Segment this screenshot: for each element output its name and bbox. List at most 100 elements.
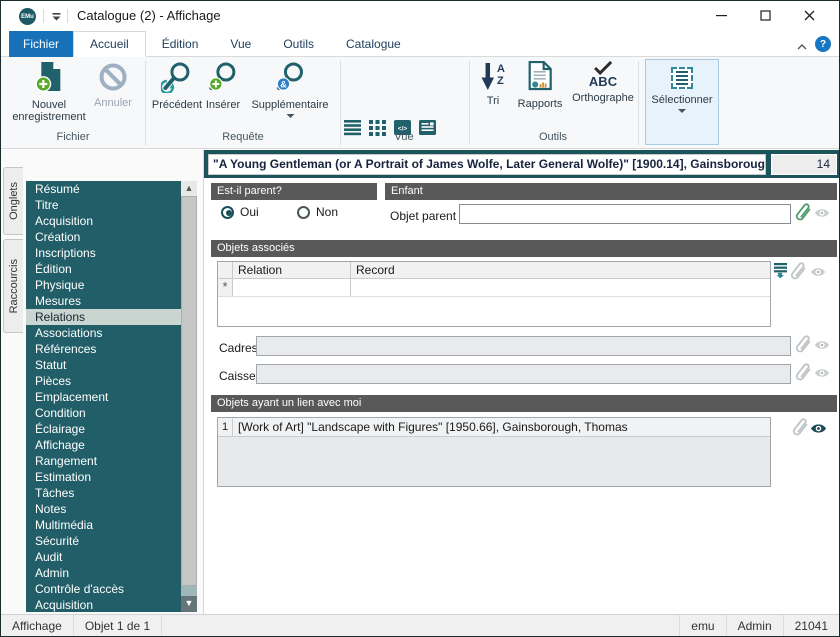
sidebar-item[interactable]: Résumé bbox=[26, 181, 181, 197]
sidebar-item[interactable]: Pièces bbox=[26, 373, 181, 389]
sidebar-item[interactable]: Édition bbox=[26, 261, 181, 277]
list-view-icon[interactable] bbox=[344, 119, 361, 139]
sidebar-item[interactable]: Admin bbox=[26, 565, 181, 581]
sidebar-tab-raccourcis[interactable]: Raccourcis bbox=[3, 239, 23, 333]
sort-button[interactable]: A Z Tri bbox=[481, 61, 505, 107]
sidebar-item[interactable]: Notes bbox=[26, 501, 181, 517]
cell-record[interactable] bbox=[351, 279, 770, 296]
linked-row-text[interactable]: [Work of Art] "Landscape with Figures" [… bbox=[233, 418, 770, 436]
sidebar-item-label: Références bbox=[35, 342, 96, 356]
reports-button[interactable]: Rapports bbox=[518, 61, 563, 110]
sidebar-item[interactable]: Relations bbox=[26, 309, 181, 325]
help-button[interactable]: ? bbox=[815, 36, 831, 52]
radio-oui-circle[interactable] bbox=[221, 206, 234, 219]
sidebar-tab-onglets[interactable]: Onglets bbox=[3, 167, 23, 235]
cell-relation[interactable] bbox=[233, 279, 351, 296]
cancel-button[interactable]: Annuler bbox=[94, 61, 132, 109]
statusbar-right: emuAdmin21041 bbox=[679, 615, 839, 637]
collapse-ribbon-icon[interactable] bbox=[797, 39, 807, 53]
linked-objects-list[interactable]: 1 [Work of Art] "Landscape with Figures"… bbox=[217, 417, 771, 487]
sidebar-item[interactable]: Acquisition bbox=[26, 597, 181, 612]
column-header-relation[interactable]: Relation bbox=[233, 262, 351, 278]
statusbar-left: AffichageObjet 1 de 1 bbox=[1, 615, 162, 637]
sidebar-item[interactable]: Titre bbox=[26, 197, 181, 213]
spelling-button[interactable]: ABC Orthographe bbox=[572, 61, 634, 104]
associated-objects-table[interactable]: Relation Record * bbox=[217, 261, 771, 327]
ampersand-glyph: & bbox=[280, 79, 287, 89]
cancel-label: Annuler bbox=[94, 97, 132, 109]
menu-tab-label: Accueil bbox=[90, 37, 129, 51]
additional-query-button[interactable]: & Supplémentaire bbox=[251, 61, 328, 118]
menu-tab[interactable]: Vue bbox=[214, 31, 267, 57]
section-header-enfant: Enfant bbox=[385, 183, 837, 200]
new-record-button[interactable]: Nouvel enregistrement bbox=[12, 61, 85, 123]
grid-view-icon[interactable] bbox=[369, 119, 386, 139]
scroll-down-icon[interactable]: ▼ bbox=[181, 596, 197, 612]
record-counter: 14 bbox=[771, 154, 837, 175]
new-row-marker: * bbox=[218, 279, 233, 296]
sidebar-item[interactable]: Mesures bbox=[26, 293, 181, 309]
sidebar-item[interactable]: Contrôle d'accès bbox=[26, 581, 181, 597]
menu-tab[interactable]: Outils bbox=[267, 31, 330, 57]
sidebar-item[interactable]: Emplacement bbox=[26, 389, 181, 405]
sidebar-item[interactable]: Associations bbox=[26, 325, 181, 341]
linked-row-number: 1 bbox=[218, 418, 233, 436]
sidebar-item[interactable]: Éclairage bbox=[26, 421, 181, 437]
sidebar-item-label: Tâches bbox=[35, 486, 74, 500]
quick-access-dropdown-icon[interactable] bbox=[51, 11, 62, 25]
sidebar-item[interactable]: Sécurité bbox=[26, 533, 181, 549]
insert-button[interactable]: Insérer bbox=[206, 61, 240, 111]
sidebar-item[interactable]: Multimédia bbox=[26, 517, 181, 533]
menu-tab[interactable]: Accueil bbox=[73, 31, 146, 57]
menu-tab[interactable]: Catalogue bbox=[330, 31, 417, 57]
scrollbar-thumb[interactable] bbox=[181, 196, 197, 586]
sidebar-item[interactable]: Physique bbox=[26, 277, 181, 293]
sidebar-item[interactable]: Acquisition bbox=[26, 213, 181, 229]
attach-icon[interactable] bbox=[795, 203, 813, 227]
menu-tab-strip: Fichier Accueil Édition Vue Outils Catal… bbox=[1, 31, 839, 57]
sidebar-item[interactable]: Inscriptions bbox=[26, 245, 181, 261]
menu-tab[interactable]: Édition bbox=[146, 31, 215, 57]
form-view-icon[interactable] bbox=[419, 119, 436, 139]
app-logo-icon[interactable]: EMu bbox=[19, 8, 36, 25]
application-window: EMu Catalogue (2) - Affichage Fichier Ac… bbox=[0, 0, 840, 637]
radio-non[interactable]: Non bbox=[297, 205, 338, 219]
sort-label: Tri bbox=[487, 95, 499, 107]
sidebar-item[interactable]: Condition bbox=[26, 405, 181, 421]
sidebar-item[interactable]: Statut bbox=[26, 357, 181, 373]
grid-list-icon[interactable] bbox=[774, 263, 789, 283]
scroll-up-icon[interactable]: ▲ bbox=[181, 181, 197, 196]
previous-query-button[interactable]: Précédent bbox=[152, 61, 202, 111]
sidebar-item[interactable]: Audit bbox=[26, 549, 181, 565]
sidebar-item[interactable]: Rangement bbox=[26, 453, 181, 469]
attach-icon-disabled bbox=[792, 418, 810, 442]
window-title: Catalogue (2) - Affichage bbox=[77, 8, 221, 23]
sidebar-item[interactable]: Création bbox=[26, 229, 181, 245]
sidebar-item-label: Associations bbox=[35, 326, 102, 340]
sidebar-item-label: Audit bbox=[35, 550, 62, 564]
close-button[interactable] bbox=[787, 1, 831, 30]
sidebar-tab-list: Résumé Titre Acquisition Création Inscri… bbox=[26, 181, 197, 612]
sidebar-scrollbar[interactable]: ▲ ▼ bbox=[181, 181, 197, 612]
select-button[interactable]: Sélectionner bbox=[645, 59, 719, 145]
maximize-button[interactable] bbox=[743, 1, 787, 30]
linked-object-row[interactable]: 1 [Work of Art] "Landscape with Figures"… bbox=[218, 418, 770, 437]
table-new-row[interactable]: * bbox=[218, 279, 770, 297]
sidebar-item[interactable]: Tâches bbox=[26, 485, 181, 501]
attach-icon-disabled bbox=[790, 262, 808, 286]
view-attachment-icon[interactable] bbox=[810, 422, 827, 438]
column-header-record[interactable]: Record bbox=[351, 262, 770, 278]
row-selector-header bbox=[218, 262, 233, 278]
sidebar-item-label: Multimédia bbox=[35, 518, 93, 532]
sidebar-item[interactable]: Affichage bbox=[26, 437, 181, 453]
minimize-button[interactable] bbox=[699, 1, 743, 30]
sidebar-item-label: Admin bbox=[35, 566, 69, 580]
additional-dropdown-caret bbox=[286, 114, 294, 118]
sidebar-item[interactable]: Références bbox=[26, 341, 181, 357]
sort-letter-z: Z bbox=[497, 75, 505, 87]
radio-oui[interactable]: Oui bbox=[221, 205, 259, 219]
parent-object-input[interactable] bbox=[459, 204, 791, 224]
sidebar-item[interactable]: Estimation bbox=[26, 469, 181, 485]
menu-tab[interactable]: Fichier bbox=[9, 31, 73, 57]
radio-non-circle[interactable] bbox=[297, 206, 310, 219]
